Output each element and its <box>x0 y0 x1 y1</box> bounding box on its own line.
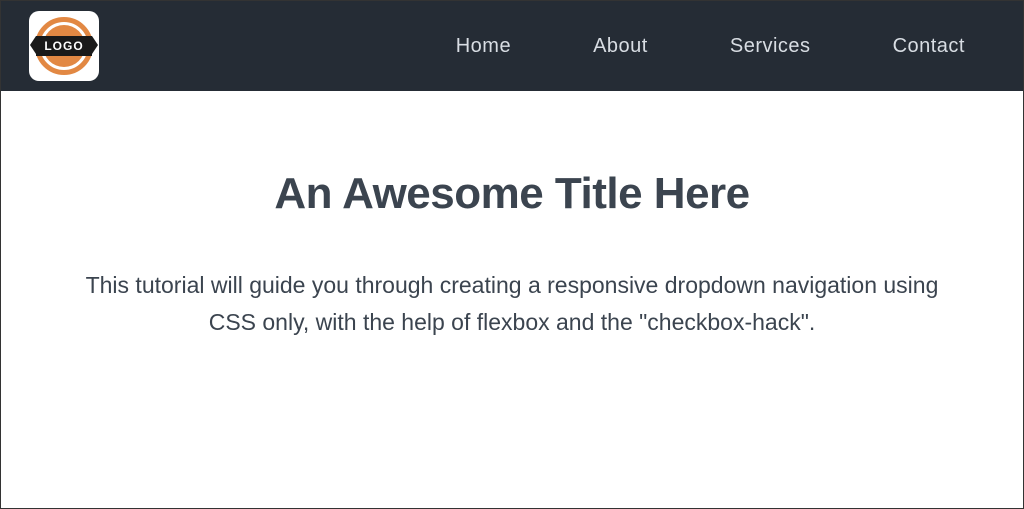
page-title: An Awesome Title Here <box>61 169 963 219</box>
main-content: An Awesome Title Here This tutorial will… <box>1 91 1023 341</box>
nav-link-about[interactable]: About <box>593 35 648 58</box>
nav-links: Home About Services Contact <box>456 35 995 58</box>
logo[interactable]: LOGO <box>29 11 99 81</box>
nav-link-contact[interactable]: Contact <box>893 35 965 58</box>
logo-text: LOGO <box>36 36 91 56</box>
page-subtitle: This tutorial will guide you through cre… <box>72 267 952 341</box>
navbar: LOGO Home About Services Contact <box>1 1 1023 91</box>
nav-link-home[interactable]: Home <box>456 35 511 58</box>
nav-link-services[interactable]: Services <box>730 35 811 58</box>
